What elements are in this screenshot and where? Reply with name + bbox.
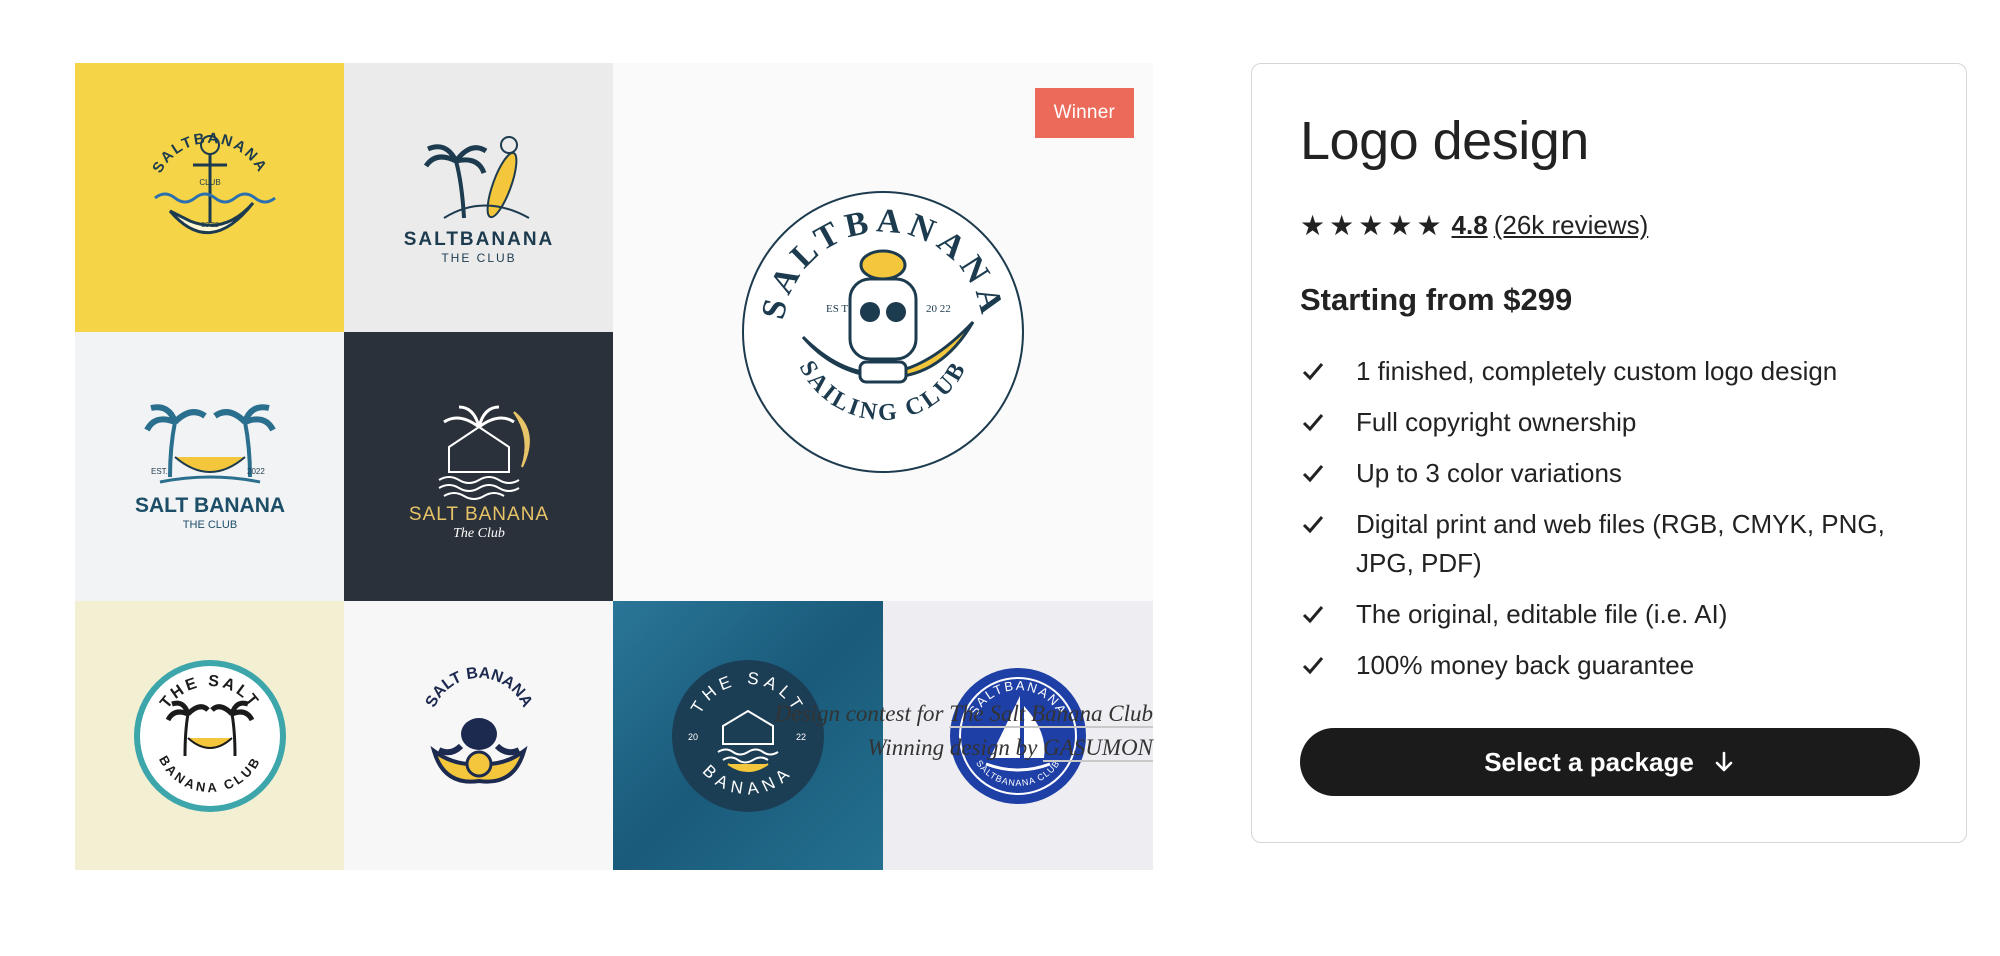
package-card: Logo design ★ ★ ★ ★ ★ 4.8 (26k reviews) … (1251, 63, 1967, 843)
octopus-logo-text: SALT BANANA (422, 666, 535, 711)
star-icon: ★ (1416, 210, 1442, 241)
starting-price: Starting from $299 (1300, 282, 1573, 317)
checkmark-icon (1302, 657, 1324, 675)
feature-text: Up to 3 color variations (1356, 458, 1622, 488)
hammock-logo-text: SALT BANANA (134, 494, 284, 517)
octopus-banana-logo: SALT BANANA (422, 666, 535, 784)
select-package-button[interactable]: Select a package (1300, 728, 1920, 796)
palm-house-logo: SALT BANANA The Club (408, 405, 548, 541)
designer-link[interactable]: GASUMON (1043, 735, 1153, 762)
star-icon: ★ (1329, 210, 1355, 241)
reviews-link[interactable]: (26k reviews) (1494, 210, 1649, 241)
caption-designer-prefix: Winning design by (867, 735, 1038, 760)
feature-text: Full copyright ownership (1356, 407, 1637, 437)
feature-item: 1 finished, completely custom logo desig… (1300, 352, 1930, 391)
arrow-down-icon (1712, 750, 1736, 774)
feature-text: The original, editable file (i.e. AI) (1356, 599, 1728, 629)
star-icon: ★ (1387, 210, 1413, 241)
palm-logo-text: SALTBANANA (403, 229, 554, 250)
feature-item: Up to 3 color variations (1300, 454, 1930, 493)
rating-row: ★ ★ ★ ★ ★ 4.8 (26k reviews) (1300, 209, 1648, 242)
palm-logo-sub: THE CLUB (441, 251, 516, 265)
feature-item: The original, editable file (i.e. AI) (1300, 595, 1930, 634)
checkmark-icon (1302, 606, 1324, 624)
feature-text: Digital print and web files (RGB, CMYK, … (1356, 509, 1885, 578)
winner-skull-logo: SALTBANANA SAILING CLUB ES TD 20 22 (742, 191, 1024, 473)
svg-text:SALT BANANA: SALT BANANA (422, 666, 535, 711)
checkmark-icon (1302, 465, 1324, 483)
anchor-logo-sub: CLUB (199, 178, 220, 187)
gallery-tile-palm-logo[interactable]: SALTBANANA THE CLUB (344, 63, 613, 332)
anchor-logo-year: 20 22 (201, 222, 219, 229)
checkmark-icon (1302, 363, 1324, 381)
circle-hammock-logo: THE SALT BANANA CLUB (133, 659, 286, 812)
feature-item: 100% money back guarantee (1300, 646, 1930, 685)
winner-badge: Winner (1034, 88, 1134, 138)
designer-caption: Winning design by GASUMON (600, 731, 1153, 765)
gallery-tile-dark-logo[interactable]: SALT BANANA The Club (344, 332, 613, 601)
gallery-tile-anchor-logo[interactable]: SALTBANANA CLUB 20 22 (75, 63, 344, 332)
contest-caption: Design contest for The Salt Banana Club (600, 697, 1153, 731)
dark-logo-text: SALT BANANA (408, 504, 548, 525)
feature-list: 1 finished, completely custom logo desig… (1300, 352, 1930, 697)
gallery-tile-circle-hammock-logo[interactable]: THE SALT BANANA CLUB (75, 601, 344, 870)
gallery-tile-winner[interactable]: Winner SALTBANANA SAILING CLUB ES TD 20 … (613, 63, 1153, 601)
star-icon: ★ (1300, 210, 1326, 241)
hammock-logo-year: 2022 (247, 467, 265, 476)
feature-text: 1 finished, completely custom logo desig… (1356, 356, 1838, 386)
feature-item: Full copyright ownership (1300, 403, 1930, 442)
checkmark-icon (1302, 516, 1324, 534)
checkmark-icon (1302, 414, 1324, 432)
feature-text: 100% money back guarantee (1356, 650, 1695, 680)
feature-item: Digital print and web files (RGB, CMYK, … (1300, 505, 1930, 583)
card-title: Logo design (1300, 111, 1589, 171)
rating-score-link[interactable]: 4.8 (1452, 210, 1488, 241)
caption-contest-prefix: Design contest for (774, 701, 944, 726)
hammock-logo-sub: THE CLUB (182, 519, 236, 531)
hammock-logo-est: EST. (151, 467, 168, 476)
dark-logo-sub: The Club (453, 526, 505, 541)
winner-logo-year: 20 22 (926, 303, 951, 315)
star-icon: ★ (1358, 210, 1384, 241)
gallery-tile-octopus-logo[interactable]: SALT BANANA (344, 601, 613, 870)
anchor-banana-logo: SALTBANANA CLUB 20 22 (149, 129, 276, 234)
gallery-tile-hammock-logo[interactable]: EST. 2022 SALT BANANA THE CLUB (75, 332, 344, 601)
palm-surfboard-logo: SALTBANANA THE CLUB (403, 135, 554, 265)
hammock-palm-logo: EST. 2022 SALT BANANA THE CLUB (134, 403, 285, 531)
contest-link[interactable]: The Salt Banana Club (949, 701, 1153, 728)
select-package-label: Select a package (1484, 746, 1694, 777)
